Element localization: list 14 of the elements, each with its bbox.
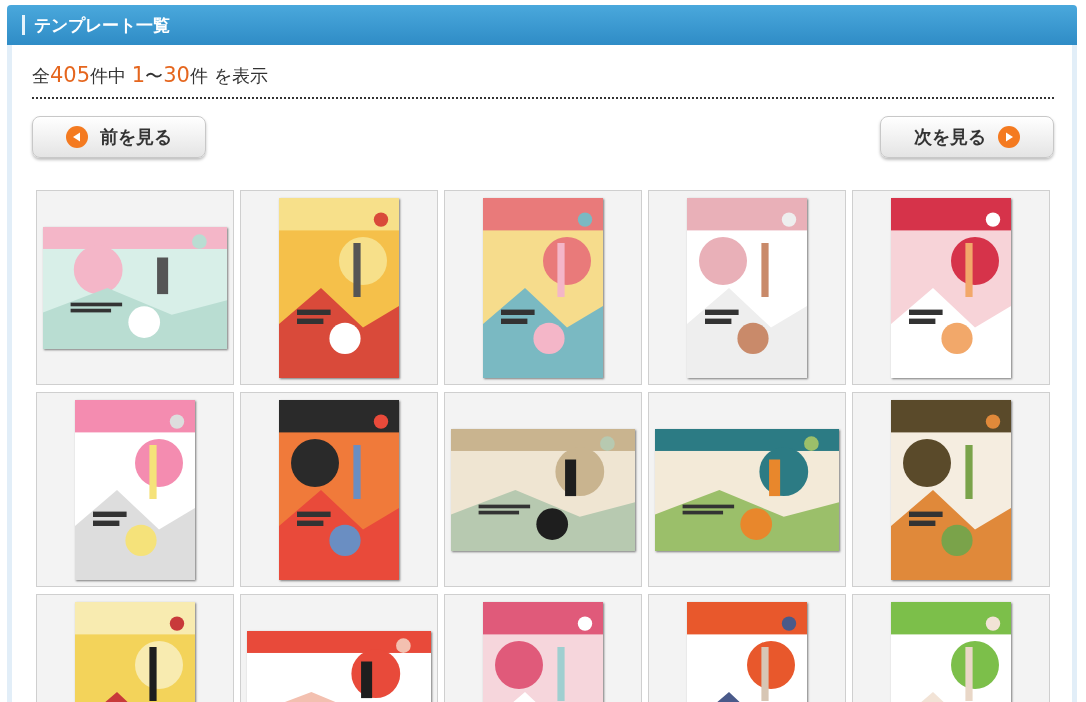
- template-tile[interactable]: [36, 190, 234, 385]
- result-count: 全405件中 1〜30件 を表示: [32, 62, 269, 89]
- template-tile[interactable]: [36, 392, 234, 587]
- template-tile[interactable]: [240, 190, 438, 385]
- section-title: テンプレート一覧: [34, 13, 170, 37]
- template-tile[interactable]: [852, 190, 1050, 385]
- template-tile[interactable]: [240, 392, 438, 587]
- template-tile[interactable]: [444, 392, 642, 587]
- template-tile[interactable]: [852, 392, 1050, 587]
- template-tile[interactable]: [648, 392, 846, 587]
- next-button[interactable]: 次を見る: [880, 116, 1054, 158]
- previous-button[interactable]: 前を見る: [32, 116, 206, 158]
- template-tile[interactable]: [444, 190, 642, 385]
- template-tile[interactable]: [648, 190, 846, 385]
